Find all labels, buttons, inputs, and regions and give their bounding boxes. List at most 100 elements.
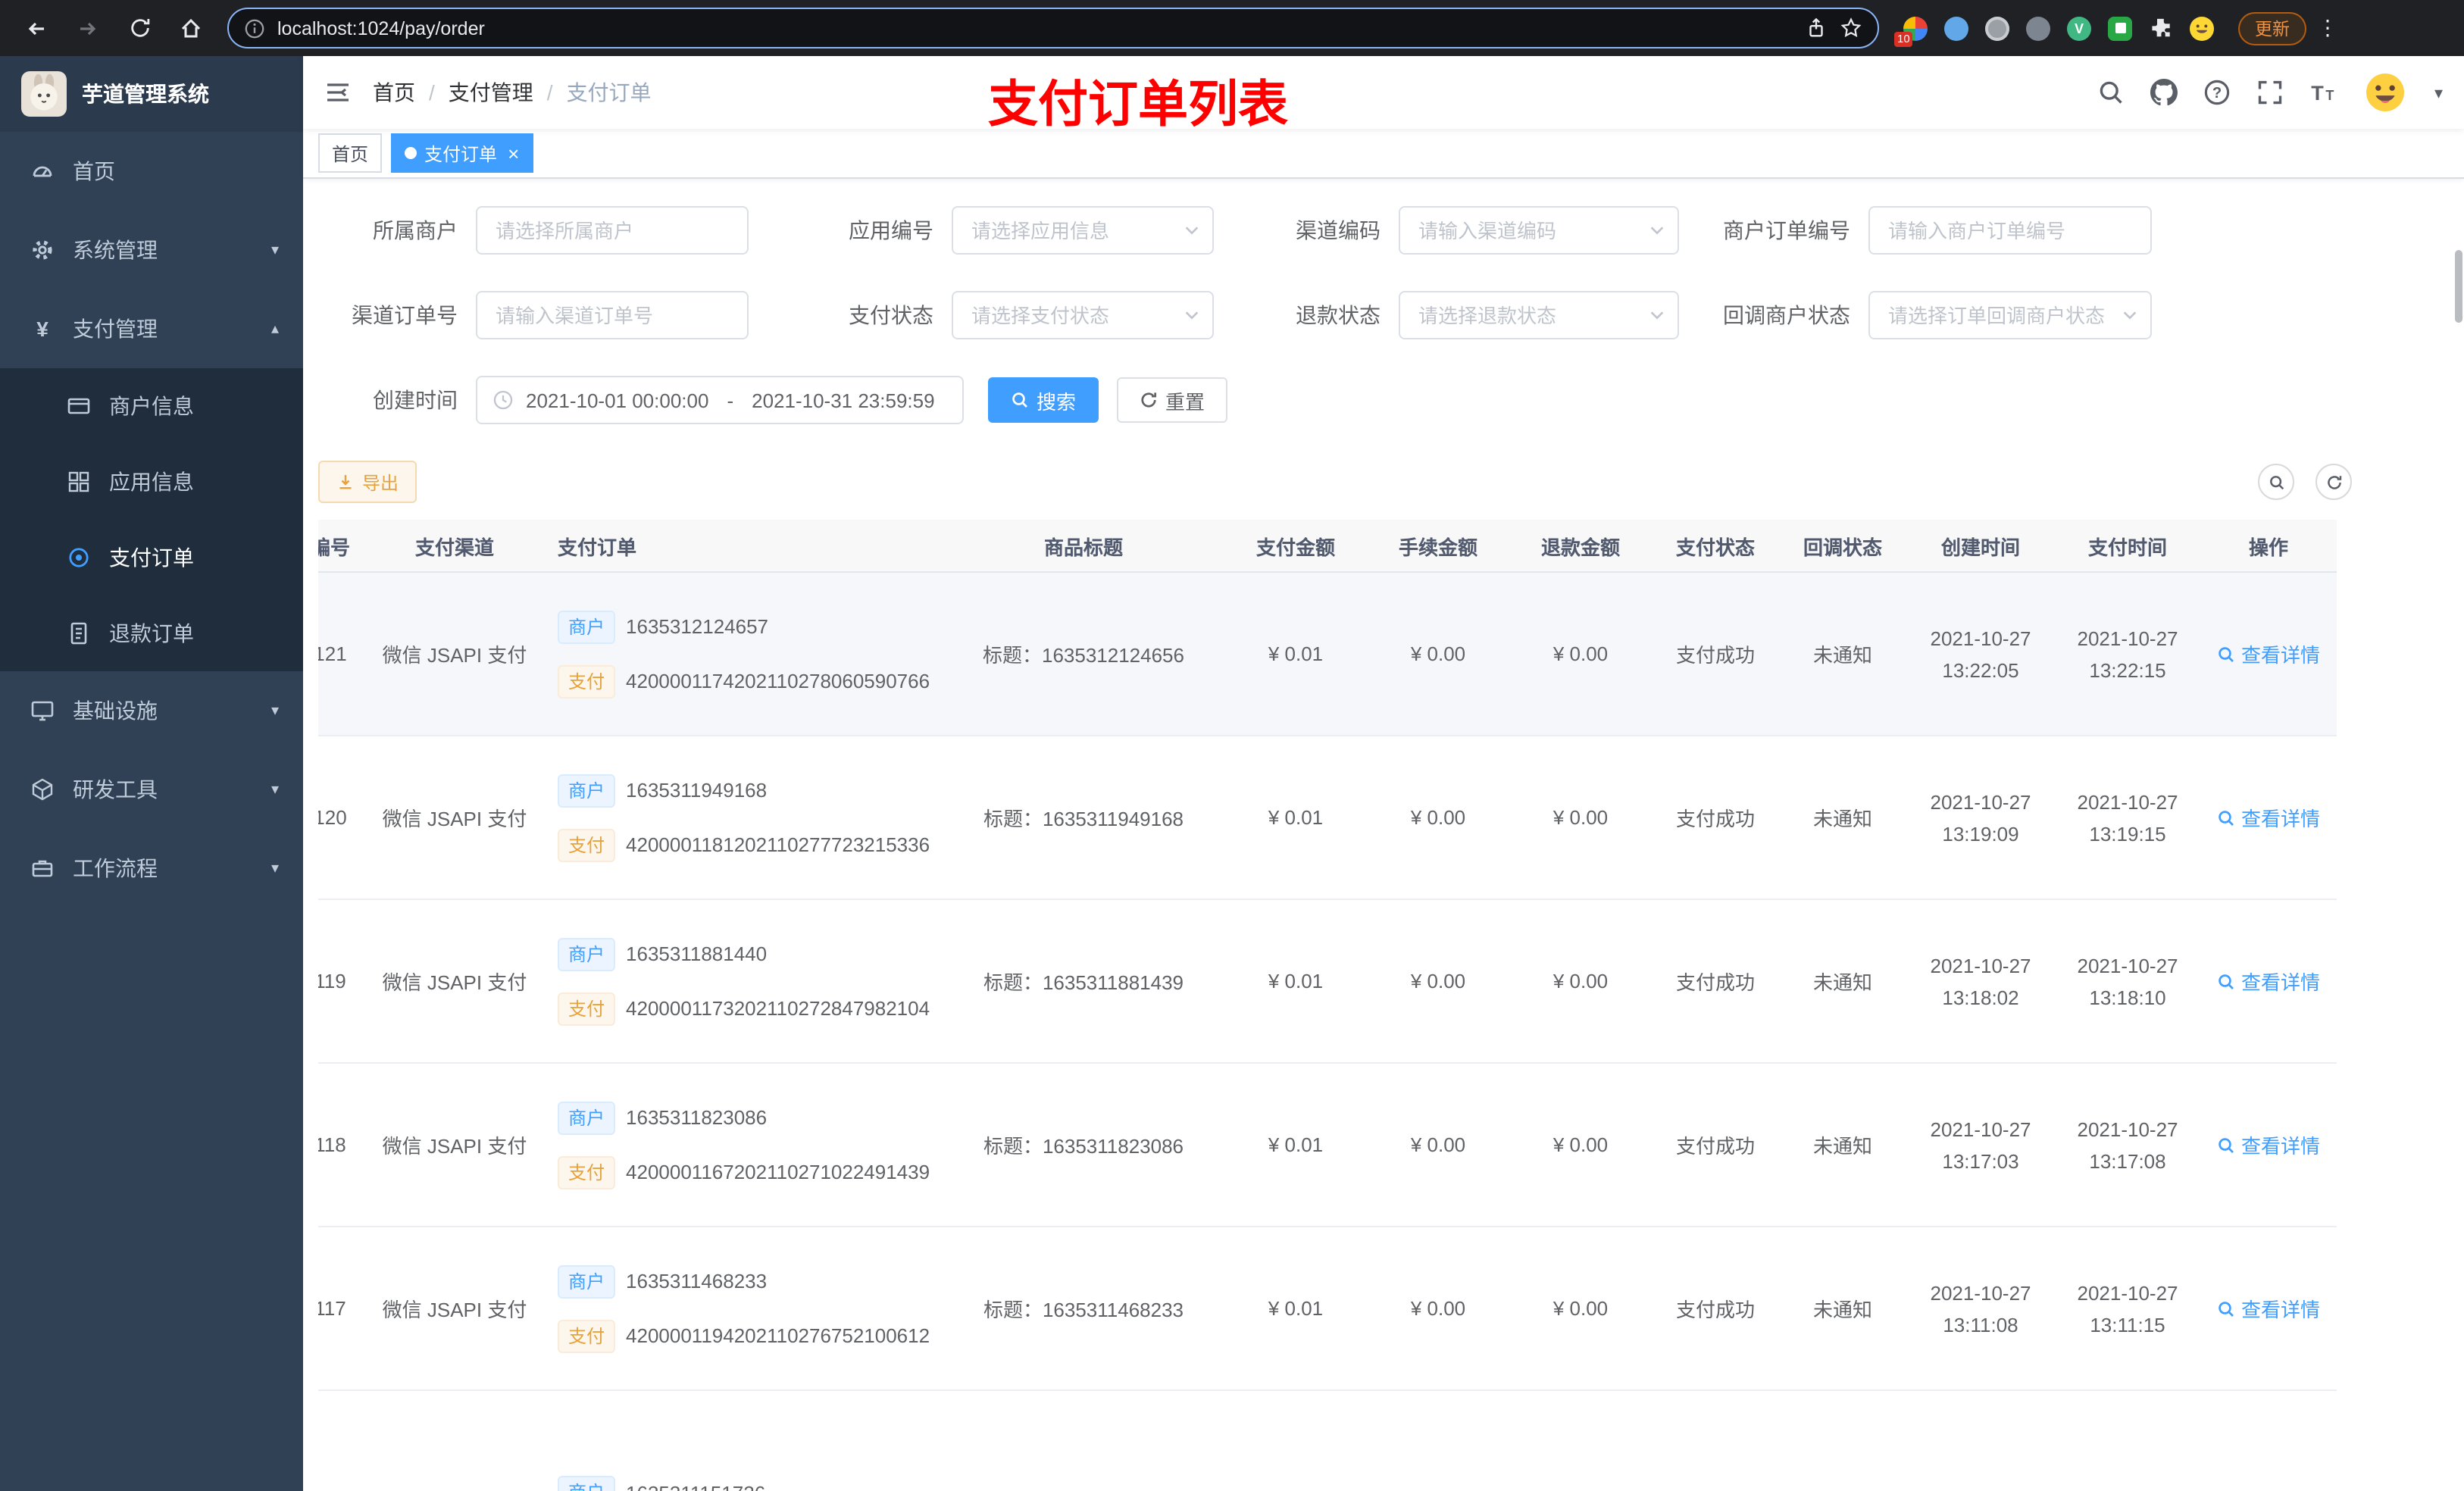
- sidebar: 芋道管理系统 首页 系统管理 ▾ ¥ 支付管理 ▴ 商户信息 应用信息 支付订单…: [0, 56, 303, 1491]
- app-select[interactable]: [952, 206, 1214, 255]
- orders-table-wrap: 编号 支付渠道 支付订单 商品标题 支付金额 手续金额 退款金额 支付状态 回调…: [318, 520, 2464, 1491]
- browser-home-icon[interactable]: [170, 7, 212, 49]
- extension-blue-icon[interactable]: [1944, 16, 1968, 40]
- sidebar-item-pay-order[interactable]: 支付订单: [0, 520, 303, 595]
- filter-label: 所属商户: [373, 218, 458, 242]
- refresh-table-button[interactable]: [2315, 464, 2352, 500]
- sidebar-item-payment[interactable]: ¥ 支付管理 ▴: [0, 289, 303, 368]
- sidebar-item-refund-order[interactable]: 退款订单: [0, 595, 303, 671]
- merchant-order-no: 1635311881440: [626, 942, 768, 965]
- font-size-icon[interactable]: TT: [2310, 79, 2337, 106]
- extension-vue-devtools-icon[interactable]: V: [2067, 16, 2091, 40]
- search-icon: [1012, 392, 1027, 408]
- merchant-tag: 商户: [558, 1101, 616, 1134]
- browser-back-icon[interactable]: [15, 7, 58, 49]
- cell-fee-amount: ¥ 0.00: [1410, 806, 1466, 829]
- top-navbar: 首页 / 支付管理 / 支付订单 支付订单列表 ? TT ▾: [303, 56, 2464, 132]
- avatar-caret-down-icon[interactable]: ▾: [2434, 83, 2443, 102]
- create-time-range-picker[interactable]: 2021-10-01 00:00:00 - 2021-10-31 23:59:5…: [476, 376, 964, 424]
- chevron-down-icon: ▾: [270, 702, 279, 719]
- extension-translate-icon[interactable]: [2108, 16, 2132, 40]
- scrollbar[interactable]: [2455, 250, 2462, 323]
- clock-icon: [493, 390, 513, 410]
- extension-badge: 10: [1894, 31, 1913, 46]
- pay-tag: 支付: [558, 664, 616, 698]
- col-pay-amount: 支付金额: [1255, 536, 1335, 558]
- export-button[interactable]: 导出: [318, 461, 417, 503]
- sidebar-item-infrastructure[interactable]: 基础设施 ▾: [0, 671, 303, 750]
- browser-menu-icon[interactable]: ⋮: [2315, 15, 2340, 41]
- svg-text:?: ?: [2213, 85, 2222, 102]
- view-detail-link[interactable]: 查看详情: [2217, 639, 2320, 668]
- table-row[interactable]: 商户 1635311151726: [318, 1391, 2337, 1491]
- sidebar-item-merchant-info[interactable]: 商户信息: [0, 368, 303, 444]
- channel-code-select[interactable]: [1399, 206, 1679, 255]
- app-logo[interactable]: 芋道管理系统: [0, 56, 303, 132]
- site-info-icon[interactable]: [244, 17, 265, 39]
- bookmark-star-icon[interactable]: [1840, 17, 1862, 39]
- browser-profile-avatar[interactable]: [2190, 16, 2214, 40]
- toggle-search-button[interactable]: [2258, 464, 2294, 500]
- tab-pay-order[interactable]: 支付订单 ×: [391, 133, 533, 173]
- cell-channel: 微信 JSAPI 支付: [382, 1135, 527, 1158]
- sidebar-toggle-icon[interactable]: [303, 79, 373, 106]
- sidebar-item-system[interactable]: 系统管理 ▾: [0, 211, 303, 289]
- extension-globe-icon[interactable]: [1985, 16, 2009, 40]
- cell-title: 标题：1635311949168: [983, 808, 1184, 830]
- extensions-puzzle-icon[interactable]: [2149, 16, 2173, 40]
- search-button[interactable]: 搜索: [988, 377, 1099, 423]
- refund-status-select[interactable]: [1399, 291, 1679, 339]
- refresh-icon: [2327, 475, 2341, 489]
- breadcrumb-pay-mgmt[interactable]: 支付管理: [449, 77, 533, 108]
- browser-forward-icon[interactable]: [67, 7, 109, 49]
- cell-id: 121: [318, 642, 347, 665]
- view-detail-link[interactable]: 查看详情: [2217, 967, 2320, 996]
- table-row[interactable]: 120 微信 JSAPI 支付 商户 1635311949168 支付 420000…: [318, 736, 2337, 900]
- merchant-select[interactable]: [476, 206, 749, 255]
- pay-status-select[interactable]: [952, 291, 1214, 339]
- url-text[interactable]: localhost:1024/pay/order: [277, 17, 1793, 39]
- view-detail-link[interactable]: 查看详情: [2217, 1294, 2320, 1323]
- user-avatar[interactable]: [2362, 70, 2409, 115]
- browser-reload-icon[interactable]: [118, 7, 161, 49]
- table-row[interactable]: 119 微信 JSAPI 支付 商户 1635311881440 支付 420000…: [318, 900, 2337, 1064]
- sidebar-submenu-payment: 商户信息 应用信息 支付订单 退款订单: [0, 368, 303, 671]
- pay-order-no: 4200001174202110278060590766: [626, 670, 930, 692]
- channel-order-no-input[interactable]: [476, 291, 749, 339]
- tab-close-icon[interactable]: ×: [508, 143, 519, 163]
- table-row[interactable]: 118 微信 JSAPI 支付 商户 1635311823086 支付 420000…: [318, 1064, 2337, 1227]
- cell-fee-amount: ¥ 0.00: [1410, 970, 1466, 992]
- breadcrumb-home[interactable]: 首页: [373, 77, 415, 108]
- sidebar-item-dev-tools[interactable]: 研发工具 ▾: [0, 750, 303, 829]
- help-icon[interactable]: ?: [2204, 79, 2231, 106]
- fullscreen-icon[interactable]: [2257, 79, 2284, 106]
- cell-title: 标题：1635312124656: [983, 644, 1184, 667]
- sidebar-item-label: 基础设施: [73, 699, 158, 723]
- pay-tag: 支付: [558, 1155, 616, 1189]
- sidebar-item-home[interactable]: 首页: [0, 132, 303, 211]
- browser-update-button[interactable]: 更新: [2238, 11, 2306, 45]
- view-detail-link[interactable]: 查看详情: [2217, 803, 2320, 832]
- extension-colordots-icon[interactable]: 10: [1894, 16, 1928, 46]
- share-icon[interactable]: [1805, 17, 1828, 39]
- address-bar[interactable]: localhost:1024/pay/order: [227, 8, 1879, 48]
- cell-refund-amount: ¥ 0.00: [1553, 642, 1609, 665]
- github-icon[interactable]: [2150, 79, 2178, 106]
- view-detail-link[interactable]: 查看详情: [2217, 1130, 2320, 1159]
- extension-gray-icon[interactable]: [2026, 16, 2050, 40]
- table-row[interactable]: 117 微信 JSAPI 支付 商户 1635311468233 支付 420000…: [318, 1227, 2337, 1391]
- col-fee-amount: 手续金额: [1398, 536, 1477, 558]
- col-create-time: 创建时间: [1940, 536, 2020, 558]
- app-title: 芋道管理系统: [82, 82, 209, 106]
- cell-id: 118: [318, 1133, 346, 1156]
- sidebar-item-workflow[interactable]: 工作流程 ▾: [0, 829, 303, 908]
- sidebar-item-app-info[interactable]: 应用信息: [0, 444, 303, 520]
- header-search-icon[interactable]: [2098, 79, 2125, 106]
- table-row[interactable]: 121 微信 JSAPI 支付 商户 1635312124657 支付 420000…: [318, 573, 2337, 736]
- merchant-order-no-input[interactable]: [1868, 206, 2152, 255]
- notify-status-select[interactable]: [1868, 291, 2152, 339]
- tab-home[interactable]: 首页: [318, 133, 383, 173]
- cell-notify-status: 未通知: [1812, 1135, 1872, 1158]
- reset-button[interactable]: 重置: [1117, 377, 1228, 423]
- cell-create-time: 2021-10-27 13:17:03: [1930, 1117, 2031, 1172]
